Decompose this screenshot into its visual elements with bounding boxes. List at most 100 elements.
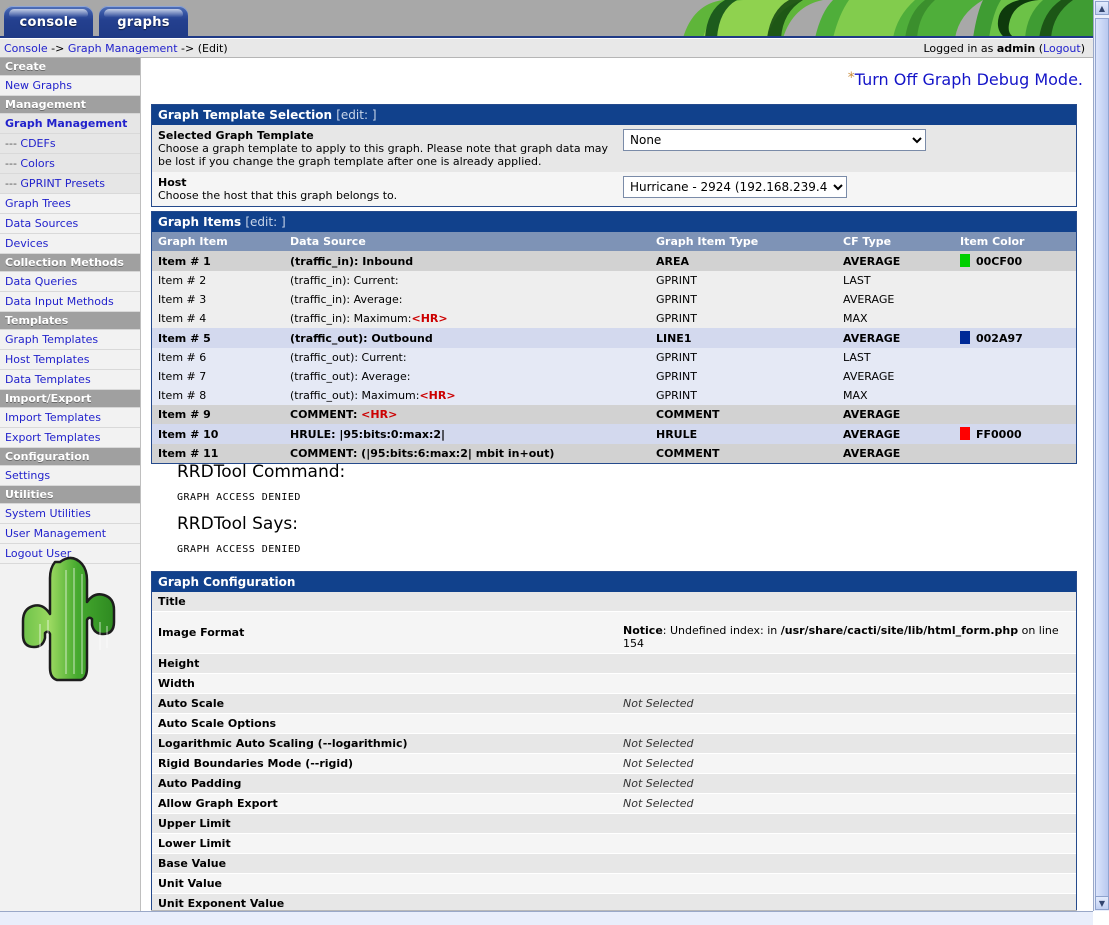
sidebar-item-data-sources[interactable]: Data Sources bbox=[0, 214, 140, 234]
data-source-cell[interactable]: (traffic_in): Average: bbox=[284, 290, 650, 309]
breadcrumb-graph-management[interactable]: Graph Management bbox=[68, 42, 178, 55]
graph-items-column-header[interactable]: Graph Item bbox=[152, 232, 284, 251]
graph-item-cell[interactable]: Item # 7 bbox=[152, 367, 284, 386]
sidebar-item-devices[interactable]: Devices bbox=[0, 234, 140, 254]
table-row[interactable]: Item # 3 (traffic_in): Average: GPRINT AVER… bbox=[152, 290, 1076, 309]
table-row[interactable]: Item # 9 COMMENT: <HR> COMMENT AVERAGE bbox=[152, 405, 1076, 424]
vertical-scrollbar-thumb[interactable] bbox=[1095, 18, 1109, 898]
graph-template-select[interactable]: None bbox=[623, 129, 926, 151]
graph-template-selection-edit[interactable]: [edit: ] bbox=[336, 108, 376, 122]
sidebar-item-label: Data Input Methods bbox=[5, 295, 114, 308]
tab-graphs[interactable]: graphs bbox=[99, 6, 188, 38]
graph-items-column-header[interactable]: CF Type bbox=[837, 232, 954, 251]
table-row[interactable]: Item # 11 COMMENT: (|95:bits:6:max:2| mbi… bbox=[152, 444, 1076, 463]
graph-configuration-title: Graph Configuration bbox=[152, 572, 1076, 592]
sidebar-item-system-utilities[interactable]: System Utilities bbox=[0, 504, 140, 524]
data-source-cell[interactable]: HRULE: |95:bits:0:max:2| bbox=[284, 424, 650, 444]
graph-item-cell[interactable]: Item # 4 bbox=[152, 309, 284, 328]
sidebar-item-data-templates[interactable]: Data Templates bbox=[0, 370, 140, 390]
table-row[interactable]: Item # 6 (traffic_out): Current: GPRINT LAS… bbox=[152, 348, 1076, 367]
sidebar-item-import-templates[interactable]: Import Templates bbox=[0, 408, 140, 428]
graph-item-cell[interactable]: Item # 8 bbox=[152, 386, 284, 405]
vertical-scrollbar[interactable]: ▲ ▼ bbox=[1093, 0, 1109, 911]
sidebar-heading: Configuration bbox=[0, 448, 140, 466]
graph-items-title: Graph Items [edit: ] bbox=[152, 212, 1076, 232]
scroll-up-icon[interactable]: ▲ bbox=[1095, 1, 1109, 15]
graph-item-cell[interactable]: Item # 2 bbox=[152, 271, 284, 290]
sidebar-item-user-management[interactable]: User Management bbox=[0, 524, 140, 544]
sidebar-item-label: Data Templates bbox=[5, 373, 91, 386]
table-row[interactable]: Item # 8 (traffic_out): Maximum:<HR> GPRIN… bbox=[152, 386, 1076, 405]
sidebar-item-graph-management[interactable]: Graph Management bbox=[0, 114, 140, 134]
table-row[interactable]: Item # 2 (traffic_in): Current: GPRINT LAST bbox=[152, 271, 1076, 290]
logout-link[interactable]: Logout bbox=[1043, 42, 1081, 55]
main-content: *Turn Off Graph Debug Mode. Graph Templa… bbox=[141, 58, 1093, 925]
graph-item-cell[interactable]: Item # 6 bbox=[152, 348, 284, 367]
breadcrumb-console[interactable]: Console bbox=[4, 42, 48, 55]
graph-item-cell[interactable]: Item # 11 bbox=[152, 444, 284, 463]
sidebar-item-gprint-presets[interactable]: --- GPRINT Presets bbox=[0, 174, 140, 194]
graph-items-column-header[interactable]: Data Source bbox=[284, 232, 650, 251]
item-color-cell bbox=[954, 405, 1076, 424]
turn-off-graph-debug-mode-link[interactable]: *Turn Off Graph Debug Mode. bbox=[848, 70, 1083, 89]
table-row[interactable]: Item # 4 (traffic_in): Maximum:<HR> GPRINT… bbox=[152, 309, 1076, 328]
sidebar-item-label: CDEFs bbox=[20, 137, 56, 150]
data-source-cell[interactable]: COMMENT: <HR> bbox=[284, 405, 650, 424]
data-source-cell[interactable]: (traffic_out): Outbound bbox=[284, 328, 650, 348]
sidebar-item-data-queries[interactable]: Data Queries bbox=[0, 272, 140, 292]
graph-config-value bbox=[617, 654, 1076, 673]
sidebar-item-data-input-methods[interactable]: Data Input Methods bbox=[0, 292, 140, 312]
data-source-cell[interactable]: (traffic_out): Average: bbox=[284, 367, 650, 386]
tab-console[interactable]: console bbox=[4, 6, 93, 38]
item-color-cell: 00CF00 bbox=[954, 251, 1076, 271]
table-row[interactable]: Item # 1 (traffic_in): Inbound AREA AVERAGE… bbox=[152, 251, 1076, 271]
sidebar-item-settings[interactable]: Settings bbox=[0, 466, 140, 486]
sidebar-item-graph-trees[interactable]: Graph Trees bbox=[0, 194, 140, 214]
cf-type-cell: MAX bbox=[837, 309, 954, 328]
sidebar-item-host-templates[interactable]: Host Templates bbox=[0, 350, 140, 370]
data-source-cell[interactable]: (traffic_in): Maximum:<HR> bbox=[284, 309, 650, 328]
host-select[interactable]: Hurricane - 2924 (192.168.239.4) bbox=[623, 176, 847, 198]
graph-item-type-cell: COMMENT bbox=[650, 405, 837, 424]
horizontal-scrollbar[interactable] bbox=[0, 911, 1093, 925]
scroll-down-icon[interactable]: ▼ bbox=[1095, 896, 1109, 910]
table-row[interactable]: Item # 5 (traffic_out): Outbound LINE1 AVER… bbox=[152, 328, 1076, 348]
graph-item-cell[interactable]: Item # 3 bbox=[152, 290, 284, 309]
graph-item-cell[interactable]: Item # 10 bbox=[152, 424, 284, 444]
sidebar-item-new-graphs[interactable]: New Graphs bbox=[0, 76, 140, 96]
cf-type-cell: AVERAGE bbox=[837, 251, 954, 271]
login-status: Logged in as admin (Logout) bbox=[923, 42, 1085, 55]
graph-config-value: Not Selected bbox=[623, 757, 694, 770]
data-source-cell[interactable]: (traffic_in): Current: bbox=[284, 271, 650, 290]
sidebar-item-cdefs[interactable]: --- CDEFs bbox=[0, 134, 140, 154]
sidebar-item-export-templates[interactable]: Export Templates bbox=[0, 428, 140, 448]
graph-items-column-header[interactable]: Graph Item Type bbox=[650, 232, 837, 251]
hr-tag-text: <HR> bbox=[361, 408, 398, 421]
sidebar-item-colors[interactable]: --- Colors bbox=[0, 154, 140, 174]
cf-type-cell: AVERAGE bbox=[837, 367, 954, 386]
data-source-cell[interactable]: COMMENT: (|95:bits:6:max:2| mbit in+out) bbox=[284, 444, 650, 463]
sidebar-item-graph-templates[interactable]: Graph Templates bbox=[0, 330, 140, 350]
selected-graph-template-row: Selected Graph Template Choose a graph t… bbox=[152, 125, 1076, 172]
graph-items-heading: Graph Items bbox=[158, 215, 242, 229]
graph-item-cell[interactable]: Item # 1 bbox=[152, 251, 284, 271]
graph-items-column-header[interactable]: Item Color bbox=[954, 232, 1076, 251]
graph-item-type-cell: LINE1 bbox=[650, 328, 837, 348]
data-source-cell[interactable]: (traffic_out): Maximum:<HR> bbox=[284, 386, 650, 405]
data-source-cell[interactable]: (traffic_in): Inbound bbox=[284, 251, 650, 271]
graph-item-cell[interactable]: Item # 5 bbox=[152, 328, 284, 348]
table-row[interactable]: Item # 7 (traffic_out): Average: GPRINT AVE… bbox=[152, 367, 1076, 386]
graph-config-label: Lower Limit bbox=[158, 837, 231, 850]
main-tabs[interactable]: console graphs bbox=[4, 6, 188, 38]
graph-config-row: Width bbox=[152, 674, 1076, 694]
graph-config-label: Title bbox=[158, 595, 186, 608]
graph-item-type-cell: GPRINT bbox=[650, 309, 837, 328]
item-color-cell: FF0000 bbox=[954, 424, 1076, 444]
graph-items-body: Item # 1 (traffic_in): Inbound AREA AVERAGE… bbox=[152, 251, 1076, 463]
data-source-cell[interactable]: (traffic_out): Current: bbox=[284, 348, 650, 367]
graph-item-cell[interactable]: Item # 9 bbox=[152, 405, 284, 424]
table-row[interactable]: Item # 10 HRULE: |95:bits:0:max:2| HRULE AV… bbox=[152, 424, 1076, 444]
top-banner: console graphs bbox=[0, 0, 1093, 38]
sidebar-item-label: Graph Trees bbox=[5, 197, 71, 210]
graph-items-edit[interactable]: [edit: ] bbox=[245, 215, 285, 229]
